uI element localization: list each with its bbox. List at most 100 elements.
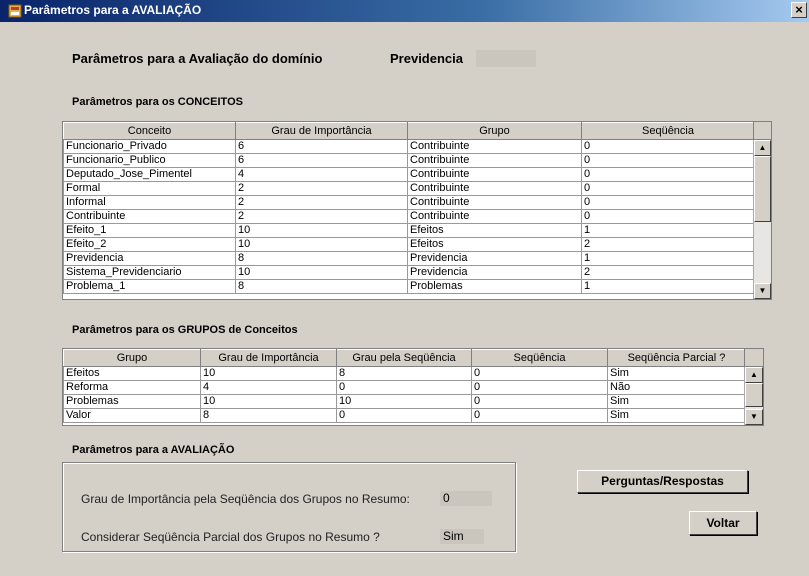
table-cell[interactable]: 10 [235, 223, 408, 238]
column-header[interactable]: Grupo [63, 349, 201, 367]
table-cell[interactable]: 0 [581, 209, 755, 224]
table-cell[interactable]: Previdencia [63, 251, 236, 266]
table-cell[interactable]: Deputado_Jose_Pimentel [63, 167, 236, 182]
table-row[interactable]: Informal 2 Contribuinte 0 [63, 195, 755, 210]
column-header[interactable]: Conceito [63, 122, 236, 140]
groups-scrollbar[interactable]: ▲ ▼ [744, 367, 763, 425]
table-cell[interactable]: 2 [235, 209, 408, 224]
column-header[interactable]: Grau de Importância [200, 349, 337, 367]
table-row[interactable]: Funcionario_Publico 6 Contribuinte 0 [63, 153, 755, 168]
concepts-scrollbar[interactable]: ▲ ▼ [753, 140, 771, 299]
table-cell[interactable]: 10 [336, 394, 472, 409]
table-cell[interactable]: 8 [235, 251, 408, 266]
scroll-thumb[interactable] [745, 383, 763, 407]
table-cell[interactable]: 2 [235, 181, 408, 196]
table-cell[interactable]: 0 [581, 167, 755, 182]
table-cell[interactable]: 1 [581, 223, 755, 238]
table-cell[interactable]: Contribuinte [63, 209, 236, 224]
column-header[interactable]: Seqüência [581, 122, 755, 140]
table-row[interactable]: Problema_1 8 Problemas 1 [63, 279, 755, 294]
table-row[interactable]: Funcionario_Privado 6 Contribuinte 0 [63, 139, 755, 154]
table-cell[interactable]: 0 [581, 139, 755, 154]
table-cell[interactable]: 0 [471, 408, 608, 423]
column-header[interactable]: Seqüência Parcial ? [607, 349, 746, 367]
table-cell[interactable]: Funcionario_Privado [63, 139, 236, 154]
table-cell[interactable]: 8 [235, 279, 408, 294]
table-cell[interactable]: 0 [336, 380, 472, 395]
column-header[interactable]: Grupo [407, 122, 582, 140]
table-cell[interactable]: Não [607, 380, 746, 395]
table-cell[interactable]: Contribuinte [407, 139, 582, 154]
table-cell[interactable]: 1 [581, 279, 755, 294]
table-cell[interactable]: Previdencia [407, 251, 582, 266]
column-header[interactable]: Grau pela Seqüência [336, 349, 472, 367]
groups-table[interactable]: Grupo Grau de Importância Grau pela Seqü… [62, 348, 764, 426]
table-cell[interactable]: Contribuinte [407, 167, 582, 182]
table-cell[interactable]: Efeito_1 [63, 223, 236, 238]
column-header[interactable]: Seqüência [471, 349, 608, 367]
table-cell[interactable]: 0 [581, 153, 755, 168]
table-row[interactable]: Efeitos 10 8 0 Sim [63, 366, 746, 381]
table-row[interactable]: Reforma 4 0 0 Não [63, 380, 746, 395]
table-cell[interactable]: Informal [63, 195, 236, 210]
table-cell[interactable]: 6 [235, 153, 408, 168]
table-cell[interactable]: 0 [581, 195, 755, 210]
table-cell[interactable]: Efeitos [63, 366, 201, 381]
table-cell[interactable]: 1 [581, 251, 755, 266]
table-cell[interactable]: 2 [581, 237, 755, 252]
table-cell[interactable]: Valor [63, 408, 201, 423]
arrow-down-icon[interactable]: ▼ [745, 409, 763, 425]
table-cell[interactable]: Sistema_Previdenciario [63, 265, 236, 280]
table-cell[interactable]: Contribuinte [407, 181, 582, 196]
scroll-thumb[interactable] [754, 156, 771, 222]
table-cell[interactable]: 0 [471, 366, 608, 381]
table-cell[interactable]: Contribuinte [407, 153, 582, 168]
table-cell[interactable]: Problema_1 [63, 279, 236, 294]
table-row[interactable]: Previdencia 8 Previdencia 1 [63, 251, 755, 266]
table-cell[interactable]: Problemas [407, 279, 582, 294]
table-row[interactable]: Efeito_1 10 Efeitos 1 [63, 223, 755, 238]
table-cell[interactable]: 10 [235, 237, 408, 252]
table-cell[interactable]: Efeito_2 [63, 237, 236, 252]
table-row[interactable]: Valor 8 0 0 Sim [63, 408, 746, 423]
table-row[interactable]: Efeito_2 10 Efeitos 2 [63, 237, 755, 252]
table-cell[interactable]: Efeitos [407, 237, 582, 252]
arrow-down-icon[interactable]: ▼ [754, 283, 771, 299]
table-row[interactable]: Sistema_Previdenciario 10 Previdencia 2 [63, 265, 755, 280]
table-cell[interactable]: Contribuinte [407, 209, 582, 224]
table-cell[interactable]: Previdencia [407, 265, 582, 280]
questions-answers-button[interactable]: Perguntas/Respostas [577, 470, 748, 493]
table-row[interactable]: Formal 2 Contribuinte 0 [63, 181, 755, 196]
table-cell[interactable]: Contribuinte [407, 195, 582, 210]
table-cell[interactable]: 0 [336, 408, 472, 423]
table-cell[interactable]: Sim [607, 394, 746, 409]
table-cell[interactable]: Reforma [63, 380, 201, 395]
table-row[interactable]: Deputado_Jose_Pimentel 4 Contribuinte 0 [63, 167, 755, 182]
table-cell[interactable]: Sim [607, 366, 746, 381]
table-row[interactable]: Problemas 10 10 0 Sim [63, 394, 746, 409]
table-cell[interactable]: Problemas [63, 394, 201, 409]
table-cell[interactable]: 0 [581, 181, 755, 196]
table-cell[interactable]: 8 [336, 366, 472, 381]
table-row[interactable]: Contribuinte 2 Contribuinte 0 [63, 209, 755, 224]
table-cell[interactable]: 2 [235, 195, 408, 210]
table-cell[interactable]: Formal [63, 181, 236, 196]
table-cell[interactable]: 4 [235, 167, 408, 182]
concepts-table[interactable]: Conceito Grau de Importância Grupo Seqüê… [62, 121, 772, 300]
back-button[interactable]: Voltar [689, 511, 757, 535]
table-cell[interactable]: 10 [235, 265, 408, 280]
table-cell[interactable]: 10 [200, 366, 337, 381]
table-cell[interactable]: Funcionario_Publico [63, 153, 236, 168]
table-cell[interactable]: Sim [607, 408, 746, 423]
table-cell[interactable]: 4 [200, 380, 337, 395]
arrow-up-icon[interactable]: ▲ [745, 367, 763, 383]
table-cell[interactable]: 6 [235, 139, 408, 154]
table-cell[interactable]: 10 [200, 394, 337, 409]
table-cell[interactable]: Efeitos [407, 223, 582, 238]
arrow-up-icon[interactable]: ▲ [754, 140, 771, 156]
column-header[interactable]: Grau de Importância [235, 122, 408, 140]
table-cell[interactable]: 0 [471, 380, 608, 395]
table-cell[interactable]: 2 [581, 265, 755, 280]
table-cell[interactable]: 8 [200, 408, 337, 423]
close-button[interactable]: × [791, 2, 807, 18]
